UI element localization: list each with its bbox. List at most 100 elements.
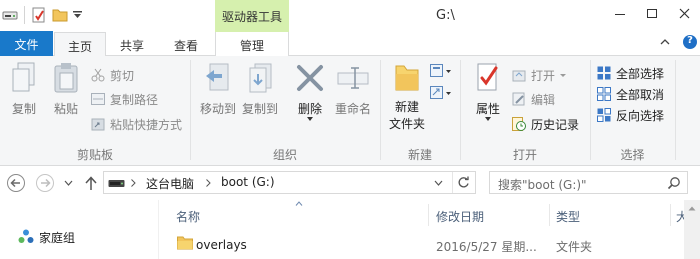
select-none-icon	[597, 87, 611, 101]
search-icon	[667, 177, 680, 190]
select-none-button[interactable]: 全部取消	[597, 86, 672, 103]
copy-path-button[interactable]: 复制路径	[91, 91, 161, 108]
select-group-label: 选择	[620, 148, 645, 162]
delete-label: 删除	[297, 102, 322, 116]
column-divider[interactable]	[670, 204, 671, 226]
column-header-type[interactable]: 类型	[556, 208, 580, 225]
invert-selection-icon	[597, 108, 611, 122]
tab-home[interactable]: 主页	[54, 32, 106, 57]
rename-button[interactable]: 重命名	[333, 62, 373, 120]
select-all-label: 全部选择	[616, 67, 665, 81]
breadcrumb-this-pc[interactable]: 这台电脑	[146, 175, 194, 192]
new-folder-button[interactable]: 新建 文件夹	[386, 62, 428, 134]
column-header-size[interactable]: 大	[676, 208, 684, 225]
invert-selection-button[interactable]: 反向选择	[597, 107, 672, 124]
copy-to-button[interactable]: 复制到	[240, 62, 280, 120]
move-to-button[interactable]: 移动到	[198, 62, 238, 120]
breadcrumb-boot-drive[interactable]: boot (G:)	[221, 175, 275, 189]
select-all-icon	[597, 66, 611, 80]
breadcrumb-separator-icon	[206, 179, 211, 187]
refresh-button[interactable]	[457, 176, 470, 189]
tab-share[interactable]: 共享	[106, 32, 158, 57]
easy-access-icon	[430, 86, 451, 99]
copy-to-icon	[249, 63, 272, 93]
sort-ascending-icon	[295, 201, 303, 206]
recent-locations-icon[interactable]	[64, 180, 73, 186]
explorer-drive-icon[interactable]	[2, 7, 18, 23]
select-all-button[interactable]: 全部选择	[597, 65, 672, 82]
invert-selection-label: 反向选择	[616, 109, 665, 123]
drive-icon	[108, 177, 125, 189]
title-bar	[0, 0, 700, 32]
new-folder-label: 新建 文件夹	[388, 100, 425, 131]
new-folder-qat-icon[interactable]	[52, 7, 68, 23]
delete-button[interactable]: 删除	[293, 62, 327, 122]
search-placeholder: 搜索"boot (G:)"	[498, 178, 587, 192]
group-divider	[675, 60, 676, 160]
tab-file[interactable]: 文件	[0, 31, 53, 56]
back-button[interactable]	[6, 173, 26, 193]
open-dropdown-icon	[560, 74, 566, 77]
move-to-icon	[206, 63, 229, 91]
edit-icon	[512, 92, 525, 106]
history-label: 历史记录	[531, 118, 580, 132]
table-row[interactable]: overlays 2016/5/27 星期... 文件夹	[170, 232, 680, 254]
help-icon[interactable]: ?	[683, 35, 697, 49]
copy-button[interactable]: 复制	[8, 62, 40, 120]
properties-qat-icon[interactable]	[31, 7, 47, 24]
clipboard-group-label: 剪贴板	[76, 148, 113, 162]
tab-share-label: 共享	[119, 39, 144, 53]
move-to-label: 移动到	[199, 102, 236, 116]
column-header-modified[interactable]: 修改日期	[436, 208, 484, 225]
rename-label: 重命名	[334, 102, 371, 116]
minimize-button[interactable]	[605, 0, 635, 28]
vertical-scrollbar[interactable]	[684, 200, 700, 259]
easy-access-button[interactable]	[430, 86, 452, 102]
open-group-label: 打开	[512, 148, 537, 162]
copy-icon	[12, 62, 35, 92]
rename-icon	[337, 67, 369, 89]
file-modified: 2016/5/27 星期...	[436, 240, 537, 254]
tab-file-label: 文件	[14, 38, 39, 52]
properties-button[interactable]: 属性	[468, 62, 508, 122]
back-arrow-icon	[7, 174, 25, 192]
copy-path-label: 复制路径	[110, 93, 159, 107]
up-button[interactable]	[84, 175, 98, 191]
address-divider	[452, 172, 453, 193]
qat-dropdown-icon[interactable]	[73, 11, 82, 19]
maximize-button[interactable]	[637, 0, 667, 28]
paste-shortcut-button[interactable]: 粘贴快捷方式	[91, 116, 185, 133]
address-history-dropdown-icon[interactable]	[434, 180, 443, 186]
column-divider[interactable]	[428, 204, 429, 226]
breadcrumb-separator-icon	[131, 179, 136, 187]
open-button[interactable]: 打开	[512, 67, 572, 84]
edit-button[interactable]: 编辑	[512, 91, 562, 108]
paste-button[interactable]: 粘贴	[50, 62, 82, 120]
tab-manage-label: 管理	[239, 39, 264, 53]
search-input[interactable]: 搜索"boot (G:)"	[489, 171, 688, 194]
delete-dropdown-icon	[307, 117, 313, 121]
select-none-label: 全部取消	[616, 88, 665, 102]
copy-to-label: 复制到	[241, 102, 278, 116]
open-icon	[512, 70, 526, 82]
history-button[interactable]: 历史记录	[512, 116, 582, 133]
pane-divider	[158, 200, 159, 259]
properties-dropdown-icon	[485, 117, 491, 121]
folder-icon	[177, 236, 193, 250]
new-group-label: 新建	[407, 148, 432, 162]
close-button[interactable]	[669, 0, 700, 28]
qat-divider	[24, 6, 25, 24]
tab-view[interactable]: 查看	[160, 32, 212, 57]
column-divider[interactable]	[549, 204, 550, 226]
tab-manage[interactable]: 管理	[215, 32, 289, 57]
copy-label: 复制	[11, 102, 36, 116]
column-header-name[interactable]: 名称	[176, 208, 200, 225]
copy-path-icon	[91, 93, 105, 105]
scroll-up-icon	[688, 206, 696, 211]
forward-button[interactable]	[35, 173, 55, 193]
cut-button[interactable]: 剪切	[91, 67, 151, 84]
new-item-button[interactable]	[430, 64, 452, 80]
scissors-icon	[91, 68, 105, 82]
collapse-ribbon-icon[interactable]	[660, 38, 670, 45]
paste-label: 粘贴	[53, 102, 78, 116]
